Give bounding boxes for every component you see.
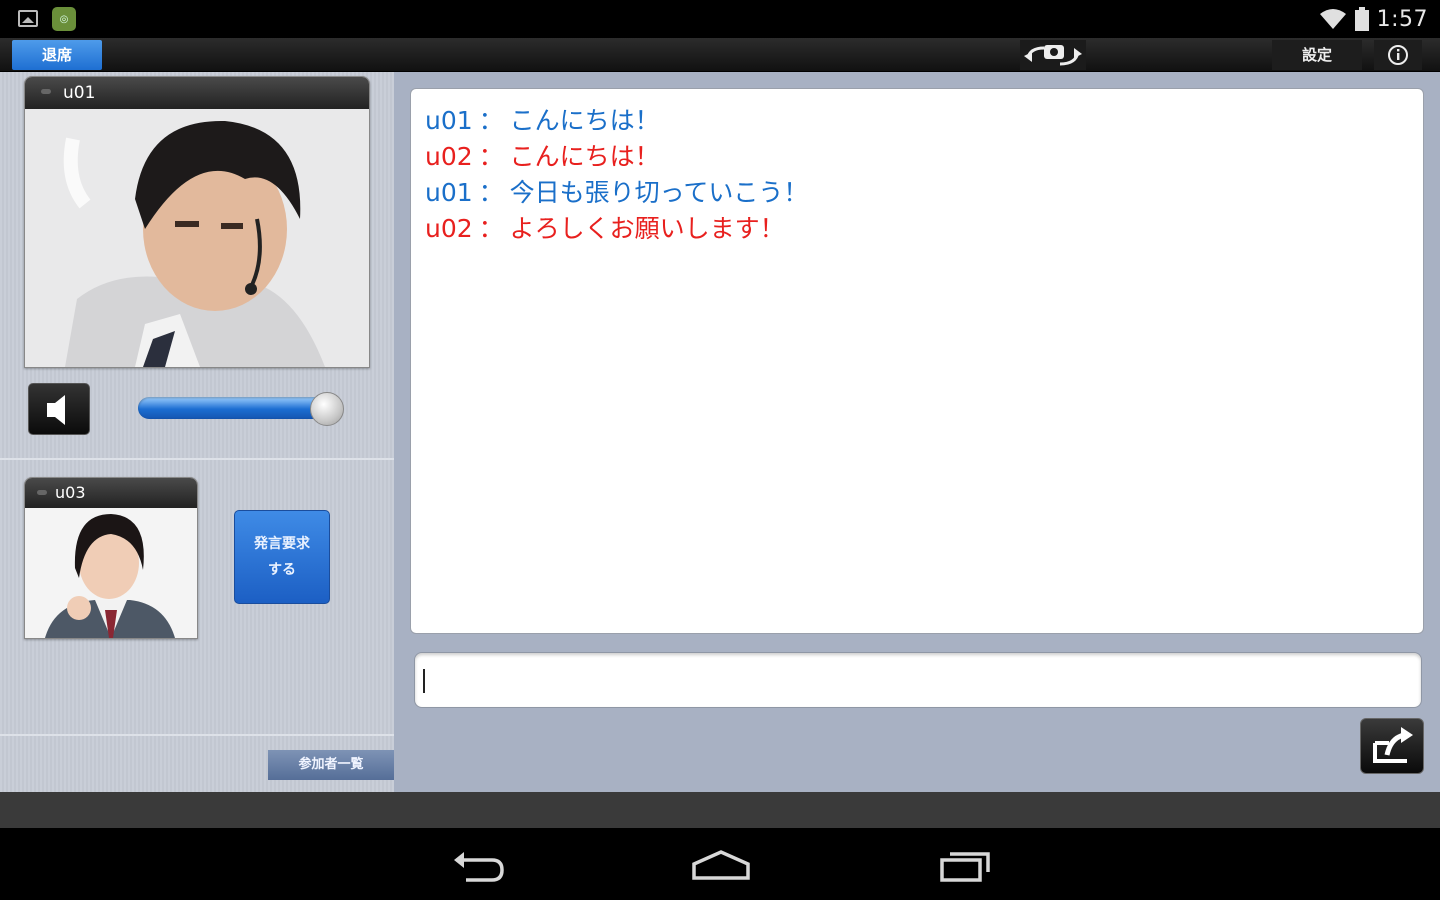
info-button[interactable] [1374, 40, 1422, 70]
main-video-username: u01 [63, 83, 96, 103]
main-video-card[interactable]: u01 [24, 76, 370, 368]
panel-divider [0, 458, 394, 460]
battery-icon [1354, 7, 1369, 31]
small-video-username: u03 [55, 483, 86, 502]
back-icon [454, 852, 504, 882]
picture-icon [18, 10, 38, 27]
panel-divider [0, 734, 394, 736]
main-video-feed [25, 109, 369, 367]
navigation-bar [0, 828, 1440, 900]
camera-switch-button[interactable] [1020, 40, 1086, 70]
chat-message-separator: ： [478, 142, 504, 171]
volume-slider-track[interactable] [138, 397, 334, 419]
chat-message: u02：こんにちは！ [425, 139, 1409, 175]
text-caret [423, 669, 425, 693]
bottom-bar [0, 792, 1440, 828]
chat-message: u01：今日も張り切っていこう！ [425, 175, 1409, 211]
chat-message-text: よろしくお願いします！ [509, 214, 785, 243]
send-button[interactable] [1360, 718, 1424, 774]
chat-message-separator: ： [478, 214, 504, 243]
back-button[interactable] [444, 842, 514, 888]
participants-list-button[interactable]: 参加者一覧 [268, 750, 394, 780]
chat-message-text: こんにちは！ [509, 142, 660, 171]
chat-log: u01：こんにちは！ u02：こんにちは！ u01：今日も張り切っていこう！ u… [410, 88, 1424, 634]
chat-message-user: u01 [425, 178, 473, 207]
status-time: 1:57 [1376, 6, 1428, 32]
chat-message-text: 今日も張り切っていこう！ [509, 178, 809, 207]
speaker-icon [47, 395, 65, 425]
camera-rotate-icon [1024, 45, 1082, 66]
volume-slider-thumb[interactable] [310, 392, 344, 426]
chat-message: u01：こんにちは！ [425, 103, 1409, 139]
leave-button[interactable]: 退席 [12, 40, 102, 70]
home-button[interactable] [686, 842, 756, 888]
person-video-image [25, 109, 369, 367]
right-panel: u01：こんにちは！ u02：こんにちは！ u01：今日も張り切っていこう！ u… [394, 72, 1440, 792]
chat-message-user: u02 [425, 142, 473, 171]
recent-apps-icon [940, 852, 990, 882]
main-video-header: u01 [25, 77, 369, 109]
app-notification-icon: ◎ [52, 7, 76, 31]
speaker-button[interactable] [28, 383, 90, 435]
speak-request-button[interactable]: 発言要求 する [234, 510, 330, 604]
chat-message: u02：よろしくお願いします！ [425, 211, 1409, 247]
small-video-feed [25, 508, 197, 638]
chat-message-text: こんにちは！ [509, 106, 660, 135]
chat-input[interactable] [414, 652, 1422, 708]
home-icon [692, 850, 750, 880]
chat-message-separator: ： [478, 106, 504, 135]
recent-apps-button[interactable] [930, 842, 1000, 888]
chat-message-user: u02 [425, 214, 473, 243]
action-bar: 退席 設定 [0, 38, 1440, 72]
chat-message-user: u01 [425, 106, 473, 135]
small-video-header: u03 [25, 478, 197, 508]
settings-button[interactable]: 設定 [1272, 40, 1362, 70]
status-bar: ◎ 1:57 [0, 0, 1440, 38]
status-right: 1:57 [1319, 6, 1428, 32]
mic-indicator-icon [41, 89, 51, 94]
send-icon [1373, 727, 1413, 763]
info-icon [1388, 45, 1408, 65]
chat-message-separator: ： [478, 178, 504, 207]
small-video-card[interactable]: u03 [24, 477, 198, 639]
mic-indicator-icon [37, 490, 47, 495]
person-video-image [25, 508, 197, 638]
wifi-icon [1319, 9, 1346, 29]
